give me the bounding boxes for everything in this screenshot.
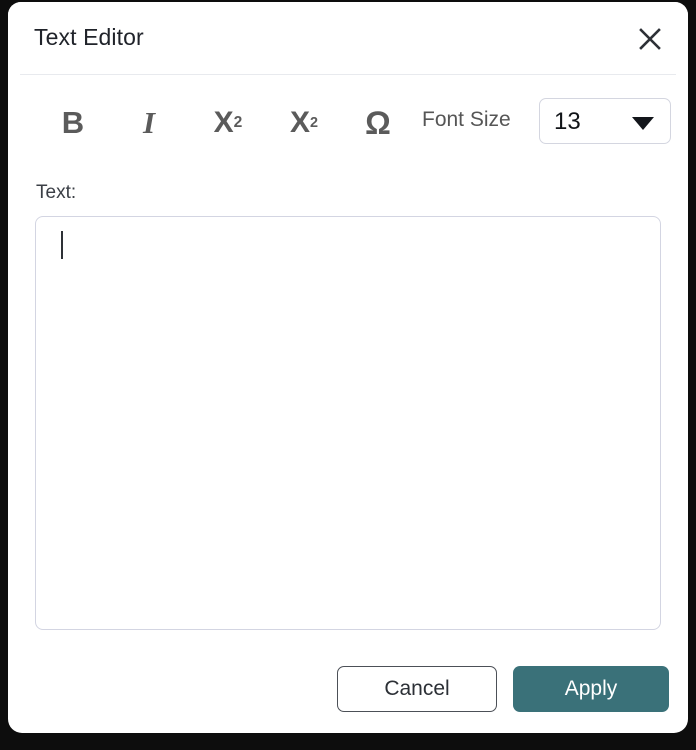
apply-button-label: Apply bbox=[564, 677, 618, 700]
dialog-title: Text Editor bbox=[34, 24, 144, 50]
cancel-button-label: Cancel bbox=[384, 677, 450, 700]
cancel-button[interactable]: Cancel bbox=[337, 666, 497, 712]
text-input-area[interactable] bbox=[35, 216, 661, 630]
font-size-dropdown[interactable]: 13 bbox=[539, 98, 671, 144]
title-divider bbox=[20, 74, 676, 75]
text-caret bbox=[61, 231, 63, 259]
font-size-value: 13 bbox=[554, 108, 581, 135]
subscript-icon-base: X bbox=[213, 106, 234, 139]
superscript-button[interactable]: X2 bbox=[278, 92, 330, 154]
bold-icon: B bbox=[61, 105, 85, 140]
superscript-icon-index: 2 bbox=[310, 115, 319, 131]
omega-icon: Ω bbox=[365, 104, 391, 141]
apply-button[interactable]: Apply bbox=[513, 666, 669, 712]
special-character-button[interactable]: Ω bbox=[354, 92, 402, 154]
close-x-icon bbox=[637, 26, 663, 52]
dialog-title-bar: Text Editor bbox=[8, 2, 688, 74]
italic-button[interactable]: I bbox=[126, 92, 172, 154]
formatting-toolbar: B I X2 X2 Ω Font Size 13 bbox=[8, 92, 688, 162]
subscript-button[interactable]: X2 bbox=[202, 92, 254, 154]
subscript-icon-index: 2 bbox=[233, 114, 243, 131]
bold-button[interactable]: B bbox=[50, 92, 96, 154]
close-button[interactable] bbox=[632, 22, 668, 56]
chevron-down-icon bbox=[632, 117, 654, 130]
italic-icon: I bbox=[142, 105, 156, 140]
text-field-label: Text: bbox=[36, 182, 77, 203]
text-editor-dialog: Text Editor B I X2 X2 Ω Font Size 13 Tex… bbox=[8, 2, 688, 733]
dialog-shadow-backdrop: Text Editor B I X2 X2 Ω Font Size 13 Tex… bbox=[0, 0, 696, 750]
superscript-icon-base: X bbox=[289, 106, 310, 139]
font-size-label: Font Size bbox=[422, 108, 511, 131]
